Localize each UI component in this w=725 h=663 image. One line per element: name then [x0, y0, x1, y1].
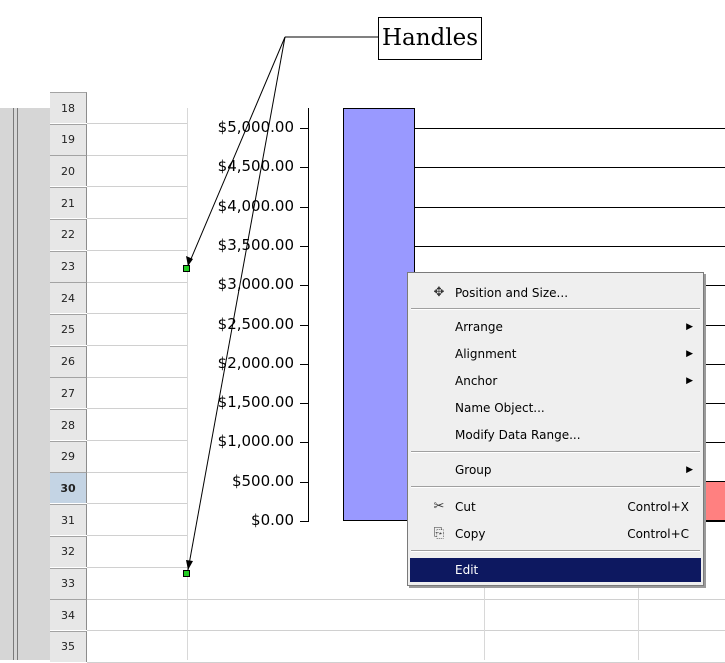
context-menu: ✥ Position and Size... Arrange ▶ Alignme… [407, 272, 704, 586]
menu-item-edit[interactable]: Edit [410, 558, 701, 582]
menu-item-label: Alignment [455, 347, 517, 361]
position-size-icon: ✥ [433, 285, 445, 300]
menu-item-name-object[interactable]: Name Object... [410, 396, 701, 420]
menu-item-label: Anchor [455, 374, 498, 388]
menu-item-label: Group [455, 463, 492, 477]
menu-separator [411, 550, 700, 552]
menu-item-anchor[interactable]: Anchor ▶ [410, 369, 701, 393]
scissors-icon: ✂ [433, 499, 445, 514]
menu-item-label: Cut [455, 500, 476, 514]
menu-separator [411, 486, 700, 488]
menu-item-alignment[interactable]: Alignment ▶ [410, 342, 701, 366]
menu-item-label: Position and Size... [455, 286, 569, 300]
menu-item-cut[interactable]: ✂ Cut Control+X [410, 495, 701, 519]
menu-item-copy[interactable]: ⎘ Copy Control+C [410, 522, 701, 546]
menu-item-label: Edit [455, 563, 479, 577]
menu-item-label: Arrange [455, 320, 503, 334]
submenu-arrow-icon: ▶ [686, 349, 693, 359]
menu-shortcut: Control+C [627, 527, 689, 541]
menu-item-group[interactable]: Group ▶ [410, 458, 701, 482]
menu-separator [411, 308, 700, 310]
menu-item-position-size[interactable]: ✥ Position and Size... [410, 281, 701, 305]
menu-separator [411, 451, 700, 453]
menu-item-label: Modify Data Range... [455, 428, 581, 442]
menu-shortcut: Control+X [627, 500, 689, 514]
menu-item-arrange[interactable]: Arrange ▶ [410, 315, 701, 339]
menu-item-label: Copy [455, 527, 486, 541]
submenu-arrow-icon: ▶ [686, 376, 693, 386]
menu-item-modify-data-range[interactable]: Modify Data Range... [410, 423, 701, 447]
copy-icon: ⎘ [433, 526, 445, 541]
menu-item-label: Name Object... [455, 401, 545, 415]
submenu-arrow-icon: ▶ [686, 322, 693, 332]
submenu-arrow-icon: ▶ [686, 465, 693, 475]
